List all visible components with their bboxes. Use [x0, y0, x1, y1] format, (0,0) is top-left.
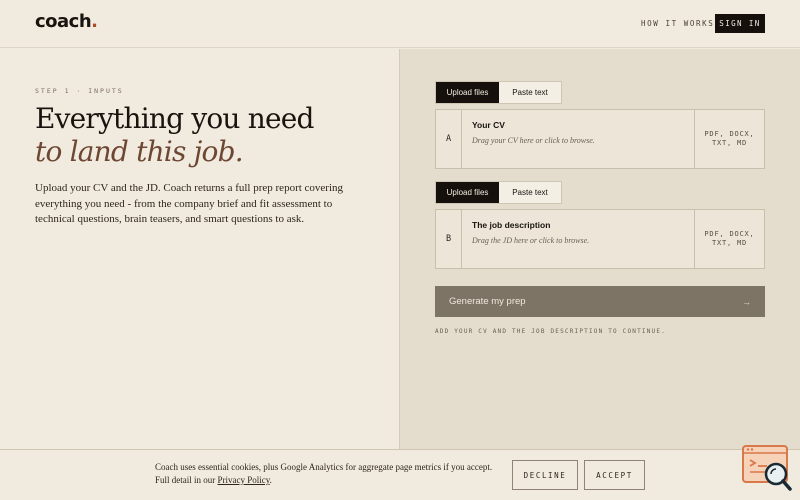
- jd-dropzone-letter: B: [436, 210, 462, 268]
- jd-formats-line-1: PDF, DOCX,: [704, 230, 755, 238]
- sign-in-button[interactable]: SIGN IN: [715, 14, 765, 33]
- generate-helper-text: ADD YOUR CV AND THE JOB DESCRIPTION TO C…: [435, 328, 666, 335]
- jd-dropzone[interactable]: B The job description Drag the JD here o…: [435, 209, 765, 269]
- cookie-text-before: Coach uses essential cookies, plus Googl…: [155, 462, 493, 485]
- cookie-text-after: .: [269, 475, 272, 485]
- jd-dropzone-title: The job description: [472, 220, 551, 230]
- arrow-right-icon: →: [742, 296, 751, 307]
- logo-text: coach: [35, 11, 92, 32]
- headline-line-1: Everything you need: [35, 102, 314, 135]
- jd-formats-line-2: TXT, MD: [711, 239, 748, 247]
- jd-dropzone-hint: Drag the JD here or click to browse.: [472, 236, 590, 245]
- step-label: STEP 1 · INPUTS: [35, 87, 124, 95]
- cv-formats-line-1: PDF, DOCX,: [704, 130, 755, 138]
- jd-input-tabs: Upload files Paste text: [435, 181, 562, 204]
- cv-upload-files-tab[interactable]: Upload files: [436, 82, 499, 103]
- generate-prep-label: Generate my prep: [449, 296, 526, 307]
- privacy-policy-link[interactable]: Privacy Policy: [218, 475, 270, 485]
- logo-dot: .: [91, 11, 98, 32]
- jd-accepted-formats: PDF, DOCX, TXT, MD: [694, 210, 764, 268]
- how-it-works-link[interactable]: HOW IT WORKS: [641, 19, 714, 28]
- hero-description: Upload your CV and the JD. Coach returns…: [35, 182, 344, 225]
- cv-input-tabs: Upload files Paste text: [435, 81, 562, 104]
- cv-dropzone-title: Your CV: [472, 120, 505, 130]
- decline-cookies-button[interactable]: DECLINE: [512, 460, 578, 490]
- jd-paste-text-tab[interactable]: Paste text: [499, 182, 561, 203]
- cv-dropzone-letter: A: [436, 110, 462, 168]
- cv-formats-line-2: TXT, MD: [711, 139, 748, 147]
- cv-dropzone-hint: Drag your CV here or click to browse.: [472, 136, 595, 145]
- logo[interactable]: coach.: [35, 11, 98, 32]
- top-bar: coach. HOW IT WORKS SIGN IN: [0, 0, 800, 48]
- cv-accepted-formats: PDF, DOCX, TXT, MD: [694, 110, 764, 168]
- jd-upload-files-tab[interactable]: Upload files: [436, 182, 499, 203]
- cookie-message: Coach uses essential cookies, plus Googl…: [155, 461, 505, 487]
- chat-search-icon[interactable]: [741, 444, 793, 494]
- cv-dropzone[interactable]: A Your CV Drag your CV here or click to …: [435, 109, 765, 169]
- accept-cookies-button[interactable]: ACCEPT: [584, 460, 645, 490]
- generate-prep-button[interactable]: Generate my prep →: [435, 286, 765, 317]
- cv-paste-text-tab[interactable]: Paste text: [499, 82, 561, 103]
- headline-line-2: to land this job.: [35, 135, 244, 168]
